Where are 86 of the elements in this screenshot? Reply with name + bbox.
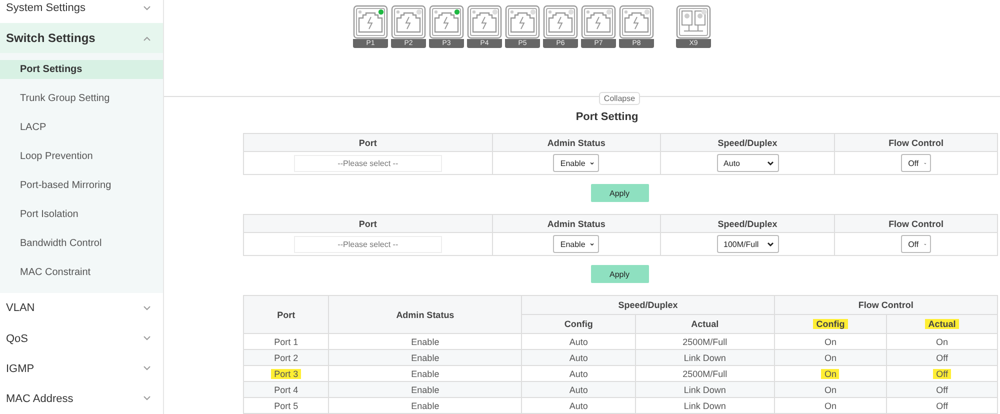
column-header: Actual: [886, 314, 998, 334]
table-cell: Off: [886, 398, 998, 414]
sidebar-subitem[interactable]: Port Settings: [0, 60, 163, 80]
table-cell: Enable: [328, 398, 522, 414]
table-cell: 2500M/Full: [636, 366, 774, 382]
port-field[interactable]: --Please select --: [294, 154, 442, 172]
column-header: Flow Control: [834, 214, 998, 232]
table-cell: On: [774, 398, 887, 414]
chevron-down-icon: [143, 396, 151, 402]
table-cell: Auto: [522, 334, 636, 350]
sidebar-item[interactable]: Switch Settings: [0, 23, 163, 54]
apply-button[interactable]: Apply: [590, 265, 648, 283]
caret-icon: [766, 160, 774, 166]
speed-duplex-select[interactable]: Auto: [716, 154, 779, 172]
table-cell: Off: [886, 350, 998, 366]
table-cell: Off: [886, 366, 998, 382]
table-cell: Port 1: [244, 334, 329, 350]
sidebar-subitem[interactable]: MAC Constraint: [0, 258, 163, 288]
collapse-button[interactable]: Collapse: [598, 92, 640, 105]
table-cell: Auto: [522, 350, 636, 366]
caret-icon: [766, 242, 774, 246]
table-cell: 2500M/Full: [636, 334, 774, 350]
ethernet-port-icon[interactable]: [619, 5, 654, 39]
sidebar-subitem[interactable]: Port Isolation: [0, 200, 163, 230]
table-cell: Auto: [522, 366, 636, 382]
table-cell: Enable: [328, 350, 522, 366]
table-cell: Auto: [522, 382, 636, 398]
column-header: Actual: [636, 314, 774, 334]
speed-duplex-select[interactable]: 100M/Full: [716, 235, 779, 253]
port-field[interactable]: --Please select --: [294, 236, 442, 252]
sidebar-subitem[interactable]: Loop Prevention: [0, 142, 163, 172]
table-cell: On: [886, 334, 998, 350]
table-cell: Port 5: [244, 398, 329, 414]
ethernet-port-icon[interactable]: [429, 5, 464, 39]
sfp-port-icon[interactable]: [676, 5, 711, 39]
sidebar-subitem[interactable]: Port-based Mirroring: [0, 171, 163, 200]
chevron-down-icon: [143, 306, 151, 311]
column-header: Config: [522, 314, 636, 334]
caret-icon: [590, 160, 594, 166]
admin-status-select[interactable]: Enable: [553, 235, 600, 253]
apply-button[interactable]: Apply: [590, 184, 648, 202]
ethernet-port-icon[interactable]: [505, 5, 540, 39]
column-header: Speed/Duplex: [660, 214, 835, 232]
column-header: Port: [244, 296, 329, 334]
column-header: Config: [774, 314, 887, 334]
ethernet-port-icon[interactable]: [581, 5, 616, 39]
table-cell: Off: [886, 382, 998, 398]
chevron-up-icon: [143, 36, 151, 41]
table-cell: Auto: [522, 398, 636, 414]
table-cell: Link Down: [636, 350, 774, 366]
table-cell: On: [774, 350, 887, 366]
column-header: Admin Status: [328, 296, 522, 334]
table-cell: Enable: [328, 382, 522, 398]
column-header: Admin Status: [492, 134, 660, 152]
admin-status-select[interactable]: Enable: [553, 154, 600, 172]
sidebar-subitem[interactable]: LACP: [0, 113, 163, 142]
flow-control-select[interactable]: Off: [901, 235, 932, 253]
chevron-down-icon: [143, 366, 151, 372]
column-header: Port: [244, 134, 492, 152]
column-header: Speed/Duplex: [660, 134, 835, 152]
sidebar-subitem[interactable]: Bandwidth Control: [0, 229, 163, 258]
column-header: Admin Status: [492, 214, 660, 232]
ethernet-port-icon[interactable]: [353, 5, 388, 39]
table-cell: Enable: [328, 334, 522, 350]
table-cell: Port 4: [244, 382, 329, 398]
table-cell: Enable: [328, 366, 522, 382]
section-title: Port Setting: [574, 111, 640, 123]
table-cell: On: [774, 366, 887, 382]
ethernet-port-icon[interactable]: [391, 5, 426, 39]
table-cell: Port 3: [244, 366, 329, 382]
sidebar-subitem[interactable]: Trunk Group Setting: [0, 84, 163, 114]
table-cell: On: [774, 334, 887, 350]
chevron-down-icon: [143, 336, 151, 342]
column-header: Flow Control: [774, 296, 998, 314]
chevron-down-icon: [143, 6, 151, 11]
table-cell: Link Down: [636, 398, 774, 414]
flow-control-select[interactable]: Off: [901, 154, 932, 172]
column-header: Flow Control: [834, 134, 998, 152]
column-header: Port: [244, 214, 492, 232]
ethernet-port-icon[interactable]: [543, 5, 578, 39]
table-cell: On: [774, 382, 887, 398]
table-cell: Link Down: [636, 382, 774, 398]
ethernet-port-icon[interactable]: [467, 5, 502, 39]
table-cell: Port 2: [244, 350, 329, 366]
column-header: Speed/Duplex: [522, 296, 774, 314]
caret-icon: [590, 242, 594, 246]
